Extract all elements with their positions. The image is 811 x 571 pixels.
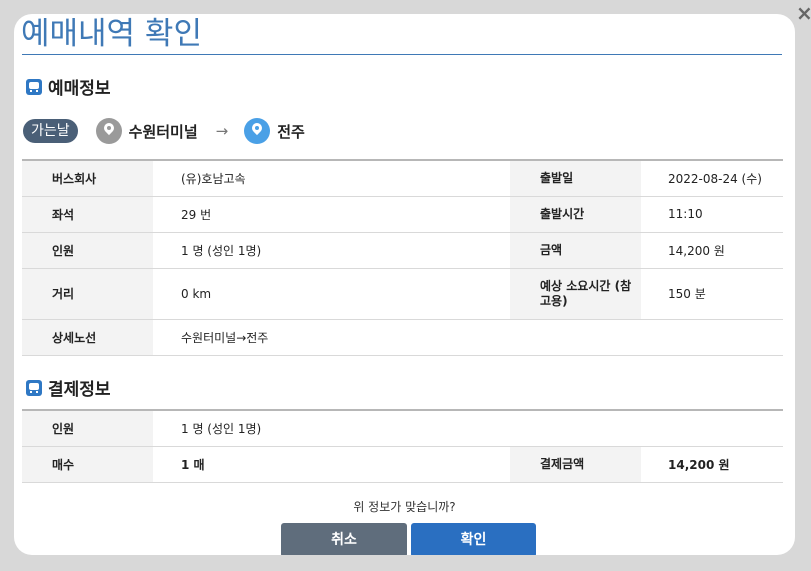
confirm-button[interactable]: 확인 <box>411 523 536 555</box>
row-label: 상세노선 <box>22 319 153 356</box>
payment-info-heading-label: 결제정보 <box>48 380 111 400</box>
close-icon[interactable]: × <box>796 2 811 24</box>
row-value: 29 번 <box>153 196 510 233</box>
table-row: 매수 1 매 결제금액 14,200 원 <box>22 446 783 483</box>
row-label: 인원 <box>22 232 153 269</box>
payment-info-table: 인원 1 명 (성인 1명) 매수 1 매 결제금액 14,200 원 <box>22 409 783 483</box>
table-row: 인원 1 명 (성인 1명) <box>22 409 783 447</box>
origin-terminal: 수원터미널 <box>128 122 198 141</box>
route-arrow-icon: → <box>215 122 229 140</box>
destination-pin-icon <box>244 118 271 144</box>
table-row: 버스회사 (유)호남고속 출발일 2022-08-24 (수) <box>22 159 783 197</box>
row-value: 1 매 <box>153 446 510 483</box>
row-label: 결제금액 <box>510 446 641 483</box>
ticket-info-heading-label: 예매정보 <box>48 79 111 99</box>
route-summary: 가는날 수원터미널 → 전주 <box>23 118 305 144</box>
cancel-button[interactable]: 취소 <box>281 523 407 555</box>
row-value: (유)호남고속 <box>153 159 510 197</box>
row-label: 매수 <box>22 446 153 483</box>
table-row: 상세노선 수원터미널→전주 <box>22 319 783 356</box>
row-label: 인원 <box>22 409 153 447</box>
confirm-question: 위 정보가 맞습니까? <box>353 500 456 514</box>
row-label: 예상 소요시간 (참고용) <box>510 268 641 320</box>
bus-icon <box>26 379 42 396</box>
row-label: 출발일 <box>510 159 641 197</box>
ticket-info-table: 버스회사 (유)호남고속 출발일 2022-08-24 (수) 좌석 29 번 … <box>22 159 783 356</box>
title-divider <box>22 54 782 55</box>
reservation-confirm-modal: 예매내역 확인 예매정보 가는날 수원터미널 → 전주 버스회사 (유)호남고속… <box>14 14 795 555</box>
modal-title: 예매내역 확인 <box>21 16 202 52</box>
table-row: 인원 1 명 (성인 1명) 금액 14,200 원 <box>22 232 783 269</box>
row-value: 0 km <box>153 268 510 320</box>
row-label: 출발시간 <box>510 196 641 233</box>
row-label: 금액 <box>510 232 641 269</box>
departure-day-badge: 가는날 <box>23 119 78 143</box>
payment-info-heading: 결제정보 <box>26 375 111 400</box>
table-row: 좌석 29 번 출발시간 11:10 <box>22 196 783 233</box>
row-label: 거리 <box>22 268 153 320</box>
row-label: 좌석 <box>22 196 153 233</box>
row-value: 2022-08-24 (수) <box>641 159 783 197</box>
ticket-info-heading: 예매정보 <box>26 74 111 99</box>
row-value: 1 명 (성인 1명) <box>153 232 510 269</box>
table-row: 거리 0 km 예상 소요시간 (참고용) 150 분 <box>22 268 783 320</box>
row-value: 11:10 <box>641 196 783 233</box>
row-value: 14,200 원 <box>641 446 783 483</box>
origin-pin-icon <box>95 118 122 144</box>
row-value: 1 명 (성인 1명) <box>153 409 783 447</box>
row-label: 버스회사 <box>22 159 153 197</box>
row-value: 150 분 <box>641 268 783 320</box>
row-value: 수원터미널→전주 <box>153 319 783 356</box>
bus-icon <box>26 78 42 95</box>
row-value: 14,200 원 <box>641 232 783 269</box>
destination-terminal: 전주 <box>277 122 305 141</box>
